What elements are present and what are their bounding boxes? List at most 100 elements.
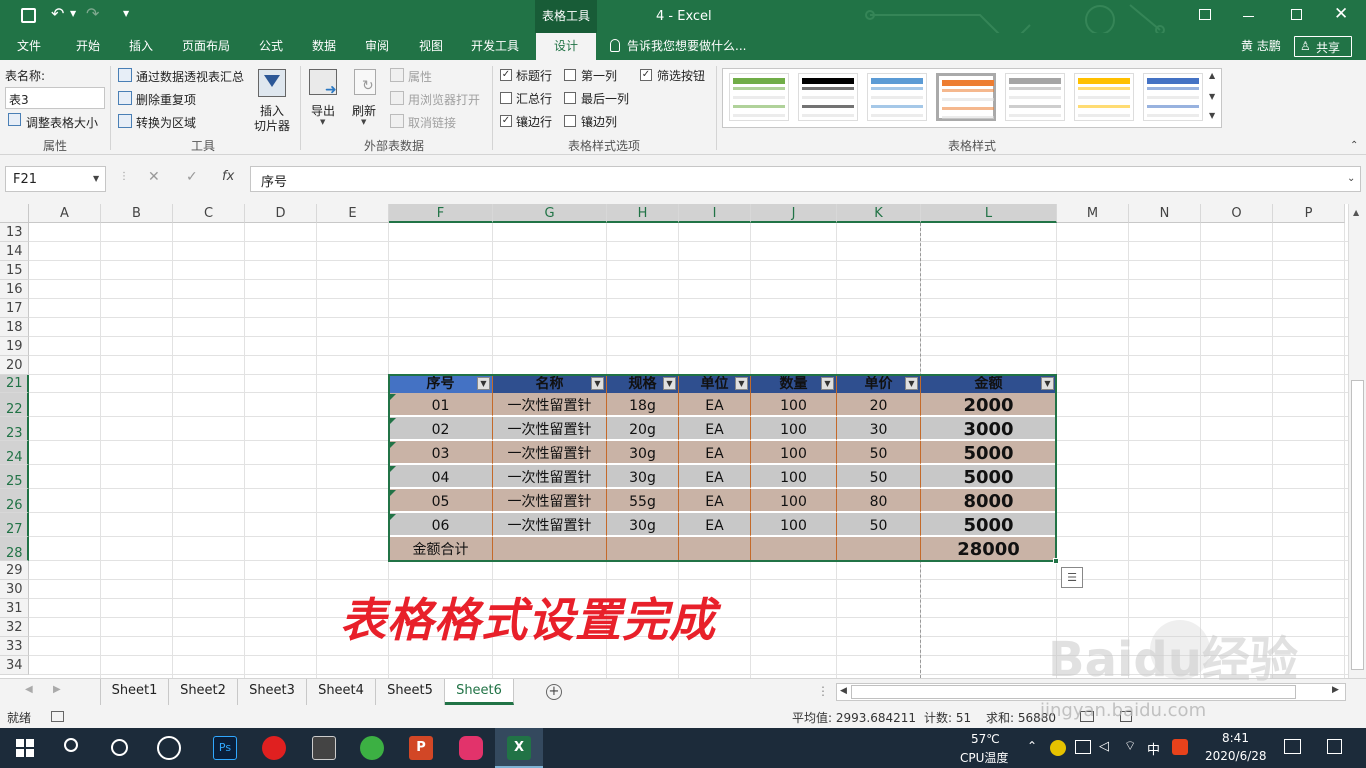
error-indicator-icon[interactable]	[390, 490, 396, 496]
table-header-cell[interactable]: 单价 ▼	[837, 375, 921, 393]
add-sheet-button[interactable]: +	[546, 684, 562, 700]
gallery-more-icon[interactable]: ▼	[1209, 111, 1215, 120]
table-cell[interactable]: 55g	[607, 489, 679, 513]
column-header-M[interactable]: M	[1057, 204, 1129, 223]
table-header-cell[interactable]: 金额 ▼	[921, 375, 1057, 393]
table-style-thumbnail[interactable]	[936, 73, 996, 121]
filter-dropdown-icon[interactable]: ▼	[821, 377, 834, 390]
refresh-dropdown-icon[interactable]: ▼	[361, 118, 366, 126]
browser-360-icon[interactable]	[360, 736, 384, 760]
tell-me-input[interactable]: 告诉我您想要做什么...	[627, 33, 746, 60]
row-header-14[interactable]: 14	[0, 242, 29, 261]
row-header-29[interactable]: 29	[0, 561, 29, 580]
table-style-thumbnail[interactable]	[1143, 73, 1203, 121]
row-header-15[interactable]: 15	[0, 261, 29, 280]
filter-button-checkbox[interactable]: ✓	[640, 69, 652, 81]
column-header-E[interactable]: E	[317, 204, 389, 223]
table-cell[interactable]: 30g	[607, 513, 679, 537]
table-cell[interactable]: 5000	[921, 465, 1057, 489]
column-header-C[interactable]: C	[173, 204, 245, 223]
tray-expand-icon[interactable]: ⌃	[1027, 739, 1037, 753]
filter-dropdown-icon[interactable]: ▼	[1041, 377, 1054, 390]
sheet-tab-sheet5[interactable]: Sheet5	[376, 679, 445, 705]
export-button[interactable]: 导出	[311, 102, 335, 119]
sheet-tab-sheet4[interactable]: Sheet4	[307, 679, 376, 705]
row-header-13[interactable]: 13	[0, 223, 29, 242]
table-cell[interactable]: 一次性留置针	[493, 513, 607, 537]
hscroll-right-icon[interactable]: ▶	[1332, 685, 1339, 695]
task-view-icon[interactable]	[111, 739, 128, 756]
table-cell[interactable]: 一次性留置针	[493, 465, 607, 489]
filter-dropdown-icon[interactable]: ▼	[591, 377, 604, 390]
table-cell[interactable]: 06	[389, 513, 493, 537]
table-header-cell[interactable]: 序号 ▼	[389, 375, 493, 393]
hscroll-left-icon[interactable]: ◀	[840, 686, 847, 696]
table-cell[interactable]: 30	[837, 417, 921, 441]
maximize-button[interactable]	[1291, 9, 1302, 20]
notification-icon[interactable]	[1284, 739, 1301, 754]
tab-data[interactable]: 数据	[302, 33, 346, 60]
table-style-thumbnail[interactable]	[798, 73, 858, 121]
tab-home[interactable]: 开始	[62, 33, 114, 60]
ime-indicator[interactable]: 中	[1147, 739, 1160, 758]
row-header-34[interactable]: 34	[0, 656, 29, 675]
row-header-19[interactable]: 19	[0, 337, 29, 356]
user-name[interactable]: 黄 志鹏	[1241, 33, 1281, 60]
error-indicator-icon[interactable]	[390, 514, 396, 520]
collapse-ribbon-icon[interactable]: ⌃	[1350, 140, 1358, 151]
clock-time[interactable]: 8:41	[1222, 731, 1249, 745]
first-column-checkbox[interactable]	[564, 69, 576, 81]
vertical-scrollbar[interactable]: ▲	[1348, 204, 1366, 678]
table-cell[interactable]: 3000	[921, 417, 1057, 441]
netease-music-icon[interactable]	[262, 736, 286, 760]
table-name-input[interactable]: 表3	[5, 87, 105, 109]
insert-slicer-label-2[interactable]: 切片器	[254, 117, 290, 134]
table-cell[interactable]: 8000	[921, 489, 1057, 513]
error-indicator-icon[interactable]	[390, 394, 396, 400]
total-row-checkbox[interactable]	[500, 92, 512, 104]
gallery-scroll-up-icon[interactable]: ▲	[1209, 71, 1215, 80]
table-cell[interactable]: 100	[751, 513, 837, 537]
row-header-20[interactable]: 20	[0, 356, 29, 375]
table-cell[interactable]: EA	[679, 417, 751, 441]
save-icon[interactable]	[21, 8, 36, 23]
row-header-33[interactable]: 33	[0, 637, 29, 656]
column-header-B[interactable]: B	[101, 204, 173, 223]
calculator-icon[interactable]	[312, 736, 336, 760]
row-header-17[interactable]: 17	[0, 299, 29, 318]
sheet-scroll-left-icon[interactable]: ◀	[25, 684, 33, 695]
table-cell[interactable]: EA	[679, 465, 751, 489]
filter-dropdown-icon[interactable]: ▼	[735, 377, 748, 390]
close-button[interactable]: ✕	[1334, 4, 1348, 24]
row-header-23[interactable]: 23	[0, 417, 29, 441]
header-row-checkbox[interactable]: ✓	[500, 69, 512, 81]
table-cell[interactable]: EA	[679, 489, 751, 513]
macro-record-icon[interactable]	[51, 711, 64, 722]
tab-review[interactable]: 审阅	[354, 33, 400, 60]
total-empty-cell[interactable]	[493, 537, 607, 561]
column-header-O[interactable]: O	[1201, 204, 1273, 223]
formula-input[interactable]: 序号 ⌄	[250, 166, 1361, 192]
table-cell[interactable]: 20g	[607, 417, 679, 441]
table-cell[interactable]: 50	[837, 513, 921, 537]
scroll-up-icon[interactable]: ▲	[1353, 208, 1359, 217]
table-header-cell[interactable]: 规格 ▼	[607, 375, 679, 393]
table-cell[interactable]: 100	[751, 489, 837, 513]
pivot-summary-button[interactable]: 通过数据透视表汇总	[136, 68, 244, 85]
column-header-P[interactable]: P	[1273, 204, 1345, 223]
table-cell[interactable]: 18g	[607, 393, 679, 417]
pinwheel-app-icon[interactable]	[157, 736, 181, 760]
banded-rows-checkbox[interactable]: ✓	[500, 115, 512, 127]
tab-view[interactable]: 视图	[408, 33, 454, 60]
row-header-32[interactable]: 32	[0, 618, 29, 637]
tab-formulas[interactable]: 公式	[248, 33, 294, 60]
enter-icon[interactable]: ✓	[186, 169, 198, 185]
resize-handle[interactable]	[1053, 558, 1059, 564]
table-cell[interactable]: 100	[751, 393, 837, 417]
table-cell[interactable]: 05	[389, 489, 493, 513]
table-cell[interactable]: 02	[389, 417, 493, 441]
sheet-tab-sheet1[interactable]: Sheet1	[100, 679, 169, 705]
error-indicator-icon[interactable]	[390, 418, 396, 424]
table-cell[interactable]: 一次性留置针	[493, 417, 607, 441]
windows-start-icon[interactable]	[16, 739, 34, 757]
